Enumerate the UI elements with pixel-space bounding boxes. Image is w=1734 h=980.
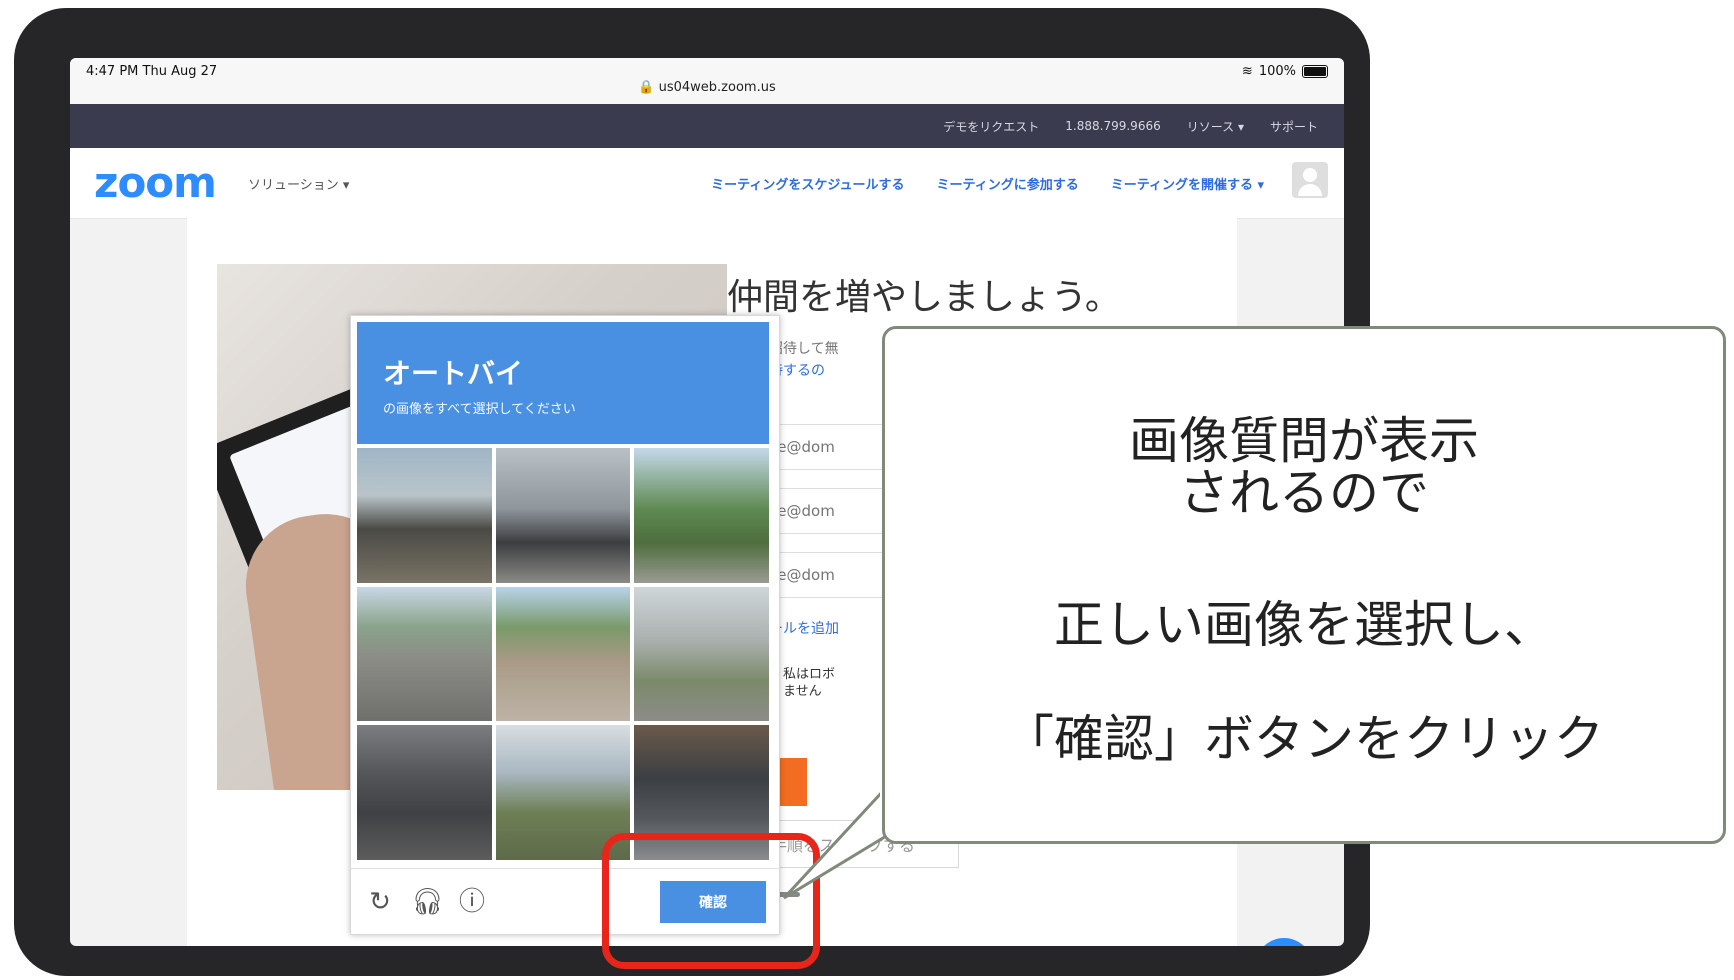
nav-solutions-menu[interactable]: ソリューション ▾ (248, 174, 349, 193)
page-title: 仲間を増やしましょう。 (727, 277, 1121, 318)
nav-schedule-meeting[interactable]: ミーティングをスケジュールする (711, 174, 904, 193)
topbar-demo-link[interactable]: デモをリクエスト (943, 118, 1039, 135)
main-nav: zoom ソリューション ▾ ミーティングをスケジュールする ミーティングに参加… (70, 148, 1344, 219)
callout-line4: 「確認」ボタンをクリック (1004, 710, 1604, 768)
robot-label-line2: ません (783, 684, 822, 699)
topbar-resources-menu[interactable]: リソース ▾ (1187, 118, 1244, 135)
callout-line-group1: 画像質問が表示 されるので (885, 415, 1723, 519)
url-text: us04web.zoom.us (658, 80, 776, 95)
robot-label-line1: 私はロボ (783, 667, 836, 682)
captcha-subtitle: の画像をすべて選択してください (383, 402, 576, 417)
captcha-tile-7[interactable] (357, 725, 492, 860)
captcha-tile-3[interactable] (634, 448, 769, 583)
captcha-tile-1[interactable] (357, 448, 492, 583)
avatar-body (1298, 184, 1322, 196)
nav-join-meeting[interactable]: ミーティングに参加する (936, 174, 1078, 193)
wifi-icon: ≋ (1241, 64, 1253, 79)
captcha-tile-5[interactable] (495, 586, 631, 722)
refresh-icon[interactable]: ↻ (365, 887, 395, 917)
captcha-tile-2[interactable] (495, 448, 631, 583)
topbar-phone-link[interactable]: 1.888.799.9666 (1065, 119, 1160, 133)
callout-line2: されるので (1179, 464, 1429, 522)
status-bar: 4:47 PM Thu Aug 27 🔒 us04web.zoom.us ≋ 1… (70, 58, 1344, 104)
info-icon[interactable]: ⓘ (457, 887, 487, 917)
callout-line1: 画像質問が表示 (1129, 412, 1479, 470)
nav-host-meeting[interactable]: ミーティングを開催する ▾ (1111, 174, 1264, 193)
zoom-logo[interactable]: zoom (94, 158, 217, 207)
headphones-icon[interactable]: 🎧︎ (411, 887, 444, 917)
utility-bar: デモをリクエスト 1.888.799.9666 リソース ▾ サポート (70, 104, 1344, 148)
callout-line3: 正しい画像を選択し、 (1054, 596, 1554, 654)
callout-box: 画像質問が表示 されるので 正しい画像を選択し、 「確認」ボタンをクリック (882, 326, 1726, 844)
avatar-head (1303, 168, 1317, 182)
status-indicators: ≋ 100% (1242, 64, 1328, 79)
battery-icon (1302, 65, 1328, 78)
battery-text: 100% (1258, 64, 1296, 79)
nav-links: ミーティングをスケジュールする ミーティングに参加する ミーティングを開催する … (711, 174, 1264, 193)
captcha-tile-4[interactable] (357, 586, 492, 722)
status-time: 4:47 PM Thu Aug 27 (86, 64, 218, 79)
topbar-support-link[interactable]: サポート (1270, 118, 1318, 135)
captcha-tile-6[interactable] (634, 586, 769, 722)
robot-checkbox-label: 私はロボ ません (783, 666, 835, 700)
captcha-header: オートバイ の画像をすべて選択してください (357, 322, 769, 444)
captcha-grid (357, 448, 769, 860)
chat-button[interactable] (1255, 938, 1313, 946)
avatar[interactable] (1292, 162, 1328, 198)
address-bar[interactable]: 🔒 us04web.zoom.us (70, 80, 1344, 95)
captcha-title: オートバイ (383, 357, 524, 390)
